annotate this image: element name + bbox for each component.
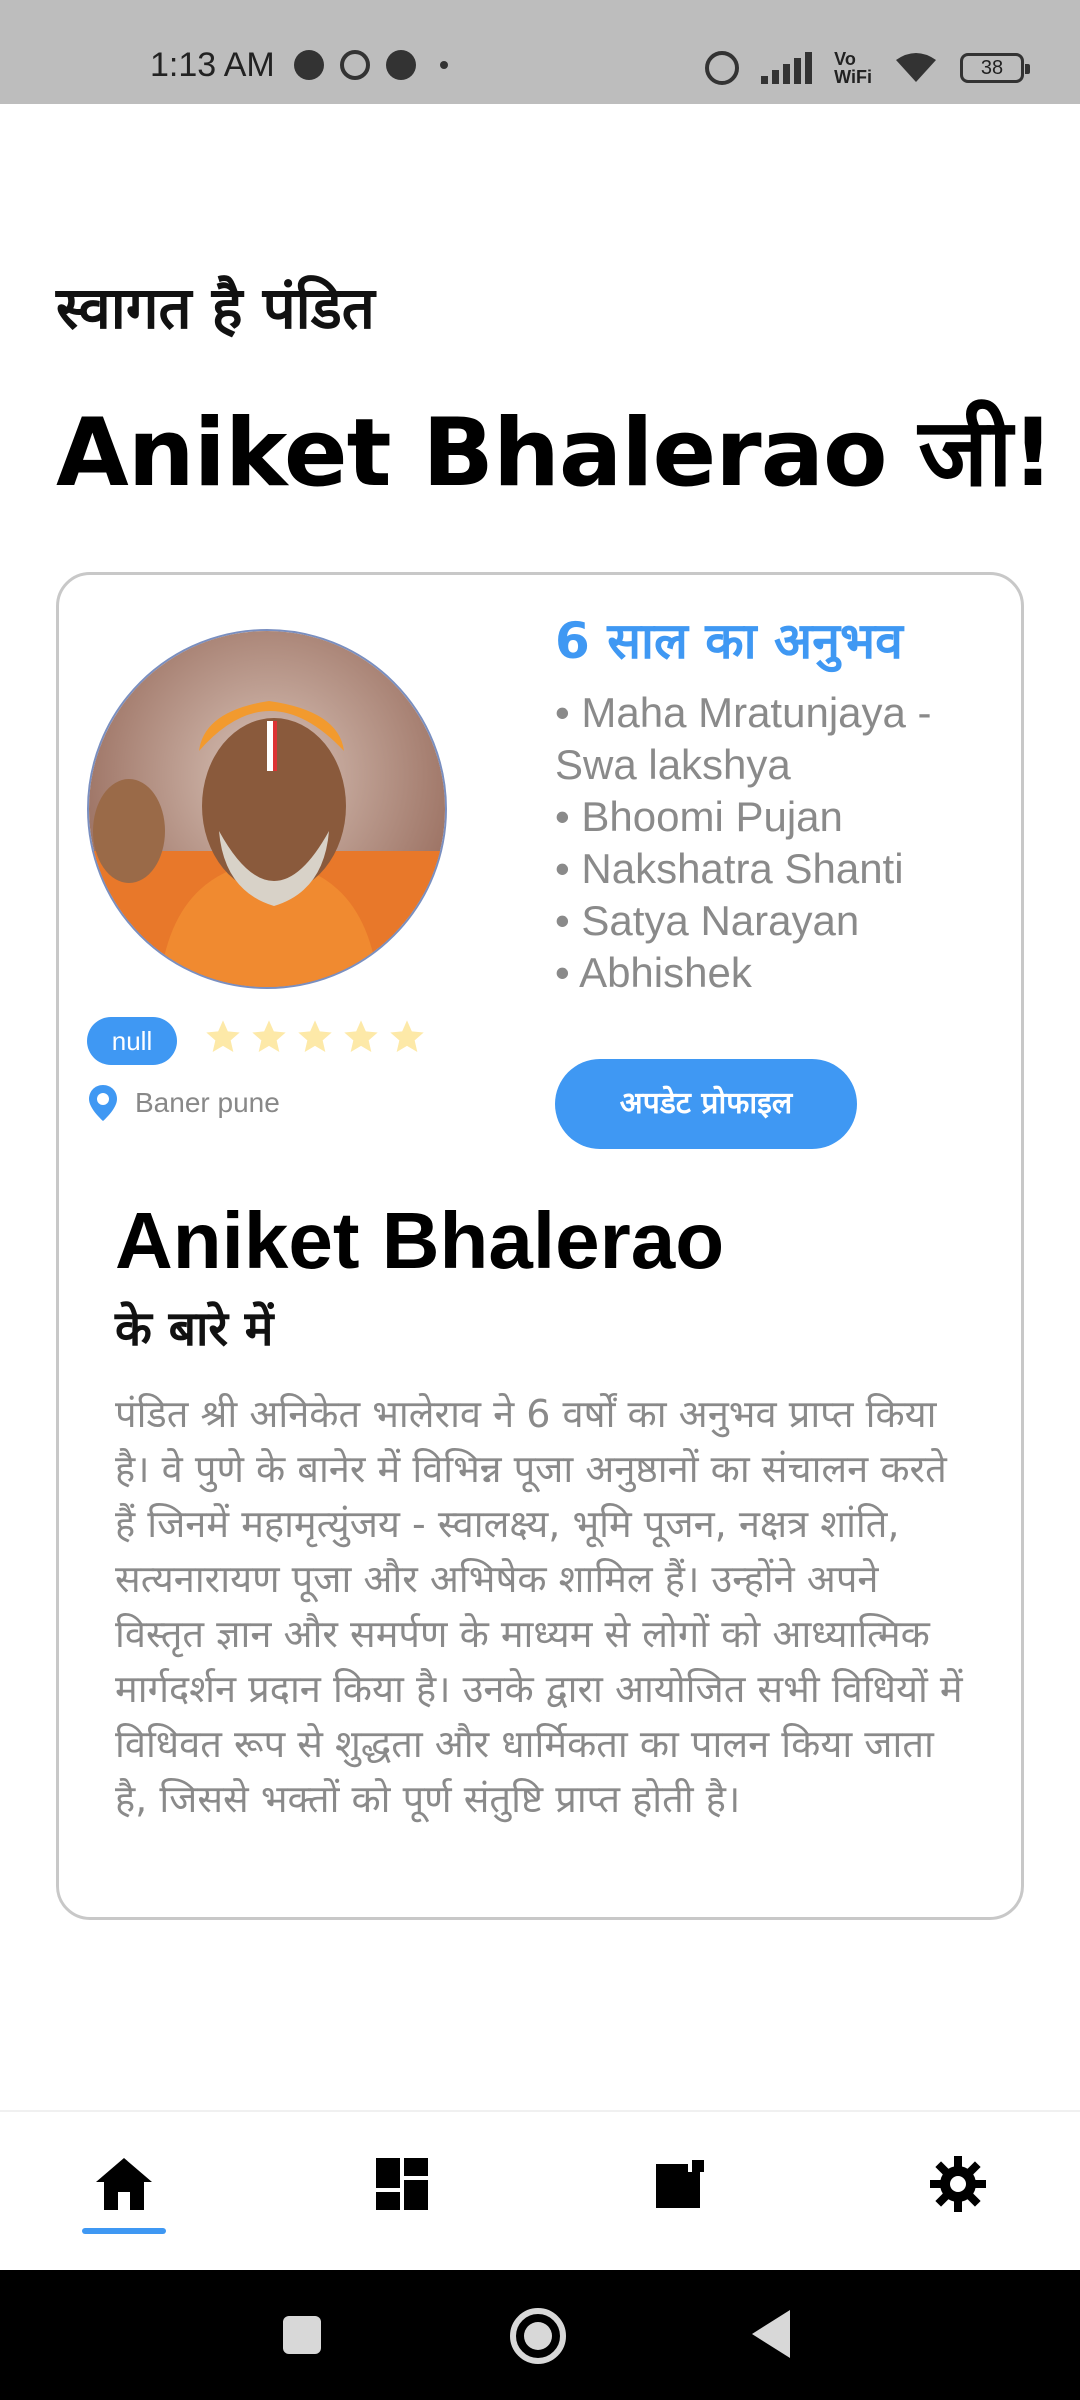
battery-icon: 38: [960, 53, 1030, 83]
bookings-icon[interactable]: [648, 2152, 712, 2216]
services-list: Maha Mratunjaya - Swa lakshya Bhoomi Puj…: [555, 687, 995, 999]
notification-icons: [294, 50, 448, 80]
wifi-icon: [896, 53, 936, 82]
location-text: Baner pune: [135, 1087, 280, 1118]
greeting-title: स्वागत है पंडित: [56, 274, 375, 342]
status-time: 1:13 AM: [150, 46, 275, 84]
star-icon: [344, 1020, 378, 1052]
message-notification-icon: [386, 50, 416, 80]
back-button[interactable]: [752, 2310, 790, 2358]
profile-avatar: [87, 629, 447, 989]
recents-button[interactable]: [283, 2316, 321, 2354]
home-icon[interactable]: [92, 2152, 156, 2216]
service-item: Nakshatra Shanti: [555, 843, 995, 895]
alarm-icon: [705, 51, 740, 85]
home-button[interactable]: [510, 2308, 566, 2364]
rating-badge: null: [87, 1017, 177, 1065]
b-notification-icon: [340, 50, 370, 80]
service-item: Abhishek: [555, 947, 995, 999]
rating-stars: [203, 1017, 427, 1057]
about-subtitle: के बारे में: [115, 1301, 274, 1357]
service-item: Maha Mratunjaya - Swa lakshya: [555, 687, 995, 791]
active-tab-indicator: [82, 2228, 166, 2234]
service-item: Satya Narayan: [555, 895, 995, 947]
star-icon: [206, 1020, 240, 1052]
profile-card: null Baner pune 6 साल का अनुभव Maha Mrat…: [56, 572, 1024, 1920]
star-icon: [298, 1020, 332, 1052]
settings-icon[interactable]: [926, 2152, 990, 2216]
location-row: Baner pune: [89, 1085, 280, 1121]
update-profile-button[interactable]: अपडेट प्रोफाइल: [555, 1059, 857, 1149]
more-notifications-dot-icon: [440, 61, 448, 69]
signal-icon: [761, 52, 813, 84]
location-pin-icon: [89, 1085, 117, 1121]
about-name-heading: Aniket Bhalerao: [115, 1196, 725, 1285]
status-bar: 1:13 AM Vo WiFi 38: [0, 0, 1080, 104]
status-indicators: Vo WiFi 38: [705, 49, 1030, 87]
star-icon: [252, 1020, 286, 1052]
about-description: पंडित श्री अनिकेत भालेराव ने 6 वर्षों का…: [115, 1392, 963, 1821]
chat-notification-icon: [294, 50, 324, 80]
service-item: Bhoomi Pujan: [555, 791, 995, 843]
system-navigation-bar: [0, 2270, 1080, 2400]
pandit-name-heading: Aniket Bhalerao जी!: [56, 399, 1054, 508]
vowifi-label: Vo WiFi: [834, 49, 872, 87]
bottom-navigation: [0, 2110, 1080, 2270]
star-icon: [390, 1020, 424, 1052]
experience-title: 6 साल का अनुभव: [555, 612, 903, 670]
dashboard-icon[interactable]: [370, 2152, 434, 2216]
